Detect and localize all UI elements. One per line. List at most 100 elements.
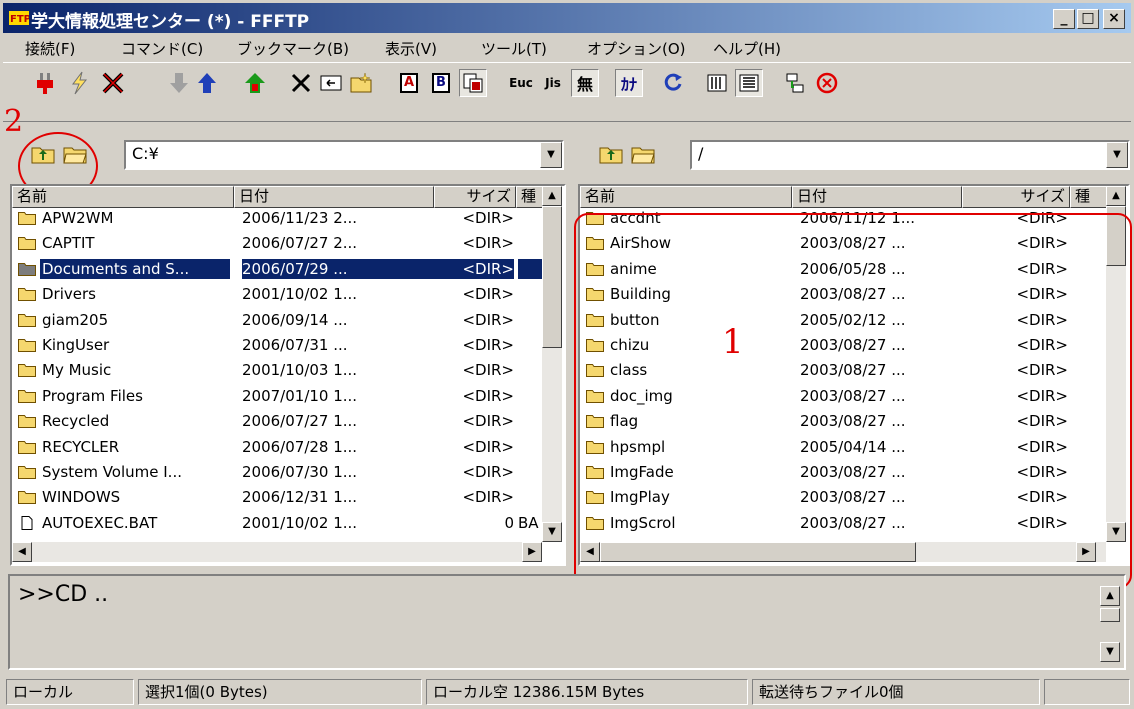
local-path-combo[interactable]: C:¥ ▼ xyxy=(124,140,564,170)
ascii-mode-button[interactable]: A xyxy=(395,69,423,97)
remote-col-date[interactable]: 日付 xyxy=(792,186,962,208)
file-size: <DIR> xyxy=(438,258,514,279)
annotation-box-1 xyxy=(574,213,1132,589)
list-view-icon[interactable] xyxy=(703,69,731,97)
status-local: ローカル xyxy=(6,679,134,705)
file-date: 2007/01/10 1... xyxy=(242,386,358,405)
remote-col-size[interactable]: サイズ xyxy=(962,186,1070,208)
quick-connect-icon[interactable] xyxy=(65,69,93,97)
local-file-list[interactable]: 名前 日付 サイズ 種 APW2WM 2006/11/23 2... <DIR> CA… xyxy=(10,184,566,566)
folder-icon xyxy=(18,237,36,251)
local-path-dropdown-icon[interactable]: ▼ xyxy=(540,142,562,168)
file-size: <DIR> xyxy=(462,310,514,329)
table-row[interactable]: AUTOEXEC.BAT 2001/10/02 1... 0 BA xyxy=(12,513,542,533)
title-bar[interactable]: FTP 学大情報処理センター (*) - FFFTP _ □ × xyxy=(3,3,1131,33)
folder-icon xyxy=(18,262,36,276)
menu-command[interactable]: コマンド(C) xyxy=(121,38,203,59)
file-icon xyxy=(21,515,33,530)
folder-icon xyxy=(18,339,36,352)
local-parent-folder-button[interactable] xyxy=(28,140,58,168)
scroll-right-icon[interactable]: ▶ xyxy=(522,542,542,562)
connect-icon[interactable] xyxy=(31,69,59,97)
menu-view[interactable]: 表示(V) xyxy=(385,38,437,59)
jis-kanji-button[interactable]: Jis xyxy=(539,69,567,97)
local-open-folder-button[interactable] xyxy=(60,140,90,168)
local-horizontal-scrollbar[interactable]: ◀ ▶ xyxy=(12,542,542,562)
maximize-button[interactable]: □ xyxy=(1077,9,1099,29)
log-scroll-thumb[interactable] xyxy=(1100,608,1120,622)
remote-path: / xyxy=(698,144,704,163)
no-conversion-button[interactable]: 無 xyxy=(571,69,599,97)
log-pane[interactable]: >>CD .. ▲ ▼ xyxy=(8,574,1126,670)
file-date: 2006/07/28 1... xyxy=(242,437,358,456)
stop-icon[interactable] xyxy=(813,69,841,97)
table-row[interactable]: Program Files 2007/01/10 1... <DIR> xyxy=(12,386,542,406)
remote-path-dropdown-icon[interactable]: ▼ xyxy=(1106,142,1128,168)
refresh-icon[interactable] xyxy=(659,69,687,97)
table-row[interactable]: CAPTIT 2006/07/27 2... <DIR> xyxy=(12,233,542,253)
local-vertical-scrollbar[interactable]: ▲ ▼ xyxy=(542,186,562,542)
table-row[interactable]: giam205 2006/09/14 ... <DIR> xyxy=(12,310,542,330)
scroll-down-icon[interactable]: ▼ xyxy=(542,522,562,542)
file-size: <DIR> xyxy=(462,386,514,405)
local-col-name[interactable]: 名前 xyxy=(12,186,234,208)
minimize-button[interactable]: _ xyxy=(1053,9,1075,29)
scroll-up-icon[interactable]: ▲ xyxy=(542,186,562,206)
menu-options[interactable]: オプション(O) xyxy=(587,38,686,59)
log-scroll-up-icon[interactable]: ▲ xyxy=(1100,586,1120,606)
mirror-upload-icon[interactable] xyxy=(241,69,269,97)
auto-mode-button[interactable] xyxy=(459,69,487,97)
menu-bookmark[interactable]: ブックマーク(B) xyxy=(237,38,349,59)
file-date: 2006/07/27 2... xyxy=(242,234,358,253)
table-row[interactable]: Documents and S... 2006/07/29 ... <DIR> xyxy=(12,258,544,279)
remote-col-name[interactable]: 名前 xyxy=(580,186,792,208)
file-date: 2001/10/02 1... xyxy=(242,513,358,532)
table-row[interactable]: System Volume I... 2006/07/30 1... <DIR> xyxy=(12,462,542,482)
delete-icon[interactable] xyxy=(287,69,315,97)
file-type xyxy=(518,487,544,507)
new-folder-icon[interactable] xyxy=(347,69,375,97)
local-path: C:¥ xyxy=(132,144,159,163)
table-row[interactable]: Recycled 2006/07/27 1... <DIR> xyxy=(12,411,542,431)
file-date: 2006/07/27 1... xyxy=(242,412,358,431)
status-resize-grip[interactable] xyxy=(1044,679,1130,705)
menu-connect[interactable]: 接続(F) xyxy=(25,38,75,59)
table-row[interactable]: Drivers 2001/10/02 1... <DIR> xyxy=(12,284,542,304)
file-date: 2001/10/02 1... xyxy=(242,285,358,304)
detail-view-icon[interactable] xyxy=(735,69,763,97)
remote-col-type[interactable]: 種 xyxy=(1070,186,1110,208)
remote-parent-folder-button[interactable] xyxy=(596,140,626,168)
disconnect-icon[interactable] xyxy=(99,69,127,97)
scroll-left-icon[interactable]: ◀ xyxy=(12,542,32,562)
table-row[interactable]: KingUser 2006/07/31 ... <DIR> xyxy=(12,335,542,355)
download-icon[interactable] xyxy=(165,69,193,97)
table-row[interactable]: APW2WM 2006/11/23 2... <DIR> xyxy=(12,208,542,228)
scroll-up-icon[interactable]: ▲ xyxy=(1106,186,1126,206)
file-name: Drivers xyxy=(42,285,96,304)
table-row[interactable]: RECYCLER 2006/07/28 1... <DIR> xyxy=(12,437,542,457)
upload-icon[interactable] xyxy=(193,69,221,97)
local-col-date[interactable]: 日付 xyxy=(234,186,434,208)
file-type xyxy=(518,335,544,355)
remote-open-folder-button[interactable] xyxy=(628,140,658,168)
file-type xyxy=(518,411,544,431)
kana-conversion-button[interactable]: ｶﾅ xyxy=(615,69,643,97)
local-col-type[interactable]: 種 xyxy=(516,186,544,208)
ffftp-window: FTP 学大情報処理センター (*) - FFFTP _ □ × 接続(F) コ… xyxy=(0,0,1134,709)
local-scroll-thumb[interactable] xyxy=(542,206,562,348)
file-type xyxy=(518,258,544,279)
table-row[interactable]: My Music 2001/10/03 1... <DIR> xyxy=(12,360,542,380)
local-col-size[interactable]: サイズ xyxy=(434,186,516,208)
remote-path-combo[interactable]: / ▼ xyxy=(690,140,1130,170)
file-type xyxy=(518,233,544,253)
rename-icon[interactable] xyxy=(317,69,345,97)
euc-kanji-button[interactable]: Euc xyxy=(507,69,535,97)
binary-mode-button[interactable]: B xyxy=(427,69,455,97)
log-scroll-down-icon[interactable]: ▼ xyxy=(1100,642,1120,662)
folder-icon xyxy=(18,389,36,403)
menu-help[interactable]: ヘルプ(H) xyxy=(713,38,781,59)
menu-tools[interactable]: ツール(T) xyxy=(481,38,547,59)
close-button[interactable]: × xyxy=(1103,9,1125,29)
sync-browse-icon[interactable] xyxy=(781,69,809,97)
table-row[interactable]: WINDOWS 2006/12/31 1... <DIR> xyxy=(12,487,542,507)
